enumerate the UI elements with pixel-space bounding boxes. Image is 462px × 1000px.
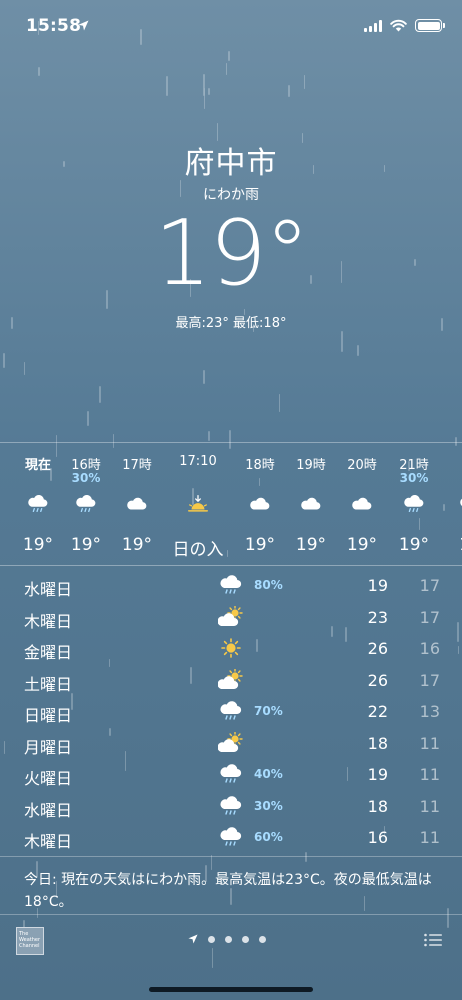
rain-cloud-icon: [218, 795, 244, 817]
hour-precip-chance: 40: [440, 471, 462, 485]
home-indicator[interactable]: [149, 987, 313, 992]
current-weather: 府中市 にわか雨 19° 最高:23° 最低:18°: [0, 138, 462, 331]
rain-cloud-icon: [74, 493, 98, 515]
cloud-icon: [299, 493, 323, 515]
rain-cloud-icon: [218, 574, 244, 596]
day-high: 26: [367, 670, 388, 690]
hour-precip-chance: 30%: [399, 471, 429, 485]
cloud-icon: [350, 493, 374, 515]
day-low: 11: [419, 796, 440, 816]
cloud-icon: [248, 493, 272, 515]
hour-temperature: 19°: [346, 535, 378, 555]
day-name: 木曜日: [24, 611, 73, 631]
sun-icon: [218, 637, 244, 659]
battery-icon: [415, 19, 445, 32]
day-high: 18: [367, 733, 388, 753]
city-list-icon[interactable]: [424, 933, 442, 947]
day-row: 日曜日 70% 22 13: [0, 696, 462, 728]
rain-cloud-icon: [458, 493, 462, 515]
day-row: 金曜日 26 16: [0, 633, 462, 665]
hour-item: 17時 19°: [107, 443, 167, 565]
hour-item: 17:10 日の入: [168, 443, 228, 565]
day-high: 18: [367, 796, 388, 816]
day-high: 23: [367, 607, 388, 627]
status-bar: 15:58: [0, 16, 462, 40]
day-low: 13: [419, 702, 440, 721]
day-low: 11: [419, 733, 440, 753]
rain-cloud-icon: [218, 700, 244, 722]
day-low: 11: [419, 828, 440, 847]
day-row: 木曜日 23 17: [0, 602, 462, 634]
day-row: 水曜日 30% 18 11: [0, 791, 462, 823]
status-time: 15:58: [26, 16, 82, 36]
rain-cloud-icon: [26, 493, 50, 515]
page-dot[interactable]: [259, 935, 266, 943]
day-high: 19: [367, 765, 388, 784]
hourly-forecast[interactable]: 現在 19° 16時 30% 19° 17時 19° 17:10 日の入 18時…: [0, 442, 462, 566]
page-dot[interactable]: [242, 935, 249, 943]
day-precip-chance: 60%: [254, 830, 283, 844]
day-high: 26: [367, 639, 388, 658]
day-row: 月曜日 18 11: [0, 728, 462, 760]
day-name: 土曜日: [24, 674, 73, 694]
day-low: 17: [419, 607, 440, 627]
rain-cloud-icon: [402, 493, 426, 515]
day-name: 月曜日: [24, 737, 73, 757]
weather-channel-logo[interactable]: The Weather Channel: [16, 927, 44, 955]
hour-label: 17:10: [179, 454, 217, 469]
hour-item: 21時 30% 19°: [384, 443, 444, 565]
day-low: 17: [419, 576, 440, 595]
high-low-temperature: 最高:23° 最低:18°: [175, 316, 287, 331]
wifi-icon: [390, 19, 407, 32]
day-name: 火曜日: [24, 769, 73, 788]
day-low: 16: [419, 639, 440, 658]
rain-cloud-icon: [218, 763, 244, 785]
partly-cloudy-icon: [217, 730, 244, 754]
day-row: 土曜日 26 17: [0, 665, 462, 697]
today-summary: 今日: 現在の天気はにわか雨。最高気温は23°C。夜の最低気温は18°C。: [0, 856, 462, 913]
day-row: 木曜日 60% 16 11: [0, 822, 462, 854]
day-row: 水曜日 80% 19 17: [0, 570, 462, 602]
day-precip-chance: 70%: [254, 704, 283, 718]
day-name: 水曜日: [24, 800, 73, 820]
hour-label: 17時: [122, 458, 152, 473]
cloud-icon: [125, 493, 149, 515]
page-dot[interactable]: [208, 935, 215, 943]
day-name: 水曜日: [24, 580, 73, 599]
partly-cloudy-icon: [217, 667, 244, 691]
footer-bar: The Weather Channel: [0, 924, 462, 958]
day-precip-chance: 30%: [254, 798, 283, 813]
day-high: 22: [367, 702, 388, 721]
divider: [0, 914, 462, 915]
sunset-icon: [186, 493, 210, 515]
day-precip-chance: 40%: [254, 767, 283, 781]
page-dot[interactable]: [225, 935, 232, 943]
hour-temperature: 19°: [121, 535, 153, 555]
day-low: 11: [419, 765, 440, 784]
day-high: 16: [367, 828, 388, 847]
day-row: 火曜日 40% 19 11: [0, 759, 462, 791]
day-name: 木曜日: [24, 832, 73, 851]
daily-forecast[interactable]: 水曜日 80% 19 17 木曜日 23 17 金曜日 26 16 土曜日 26…: [0, 570, 462, 854]
rain-cloud-icon: [218, 826, 244, 848]
hour-item: 22 40 19: [440, 443, 462, 565]
day-name: 金曜日: [24, 643, 73, 662]
current-temperature: 19°: [154, 201, 310, 306]
hour-label: 22: [440, 454, 462, 469]
day-precip-chance: 80%: [254, 578, 283, 592]
hour-temperature: 19°: [398, 535, 430, 555]
day-low: 17: [419, 670, 440, 690]
partly-cloudy-icon: [217, 604, 244, 628]
hour-temperature: 19: [440, 535, 462, 555]
hour-temperature: 日の入: [172, 540, 224, 560]
day-name: 日曜日: [24, 706, 73, 725]
hour-item: 20時 19°: [332, 443, 392, 565]
location-arrow-icon: [188, 934, 198, 944]
page-indicator[interactable]: [188, 934, 266, 944]
hour-label: 20時: [347, 458, 377, 473]
city-name: 府中市: [184, 146, 278, 181]
cellular-signal-icon: [364, 19, 382, 32]
day-high: 19: [367, 576, 388, 595]
location-arrow-icon: [78, 20, 89, 31]
